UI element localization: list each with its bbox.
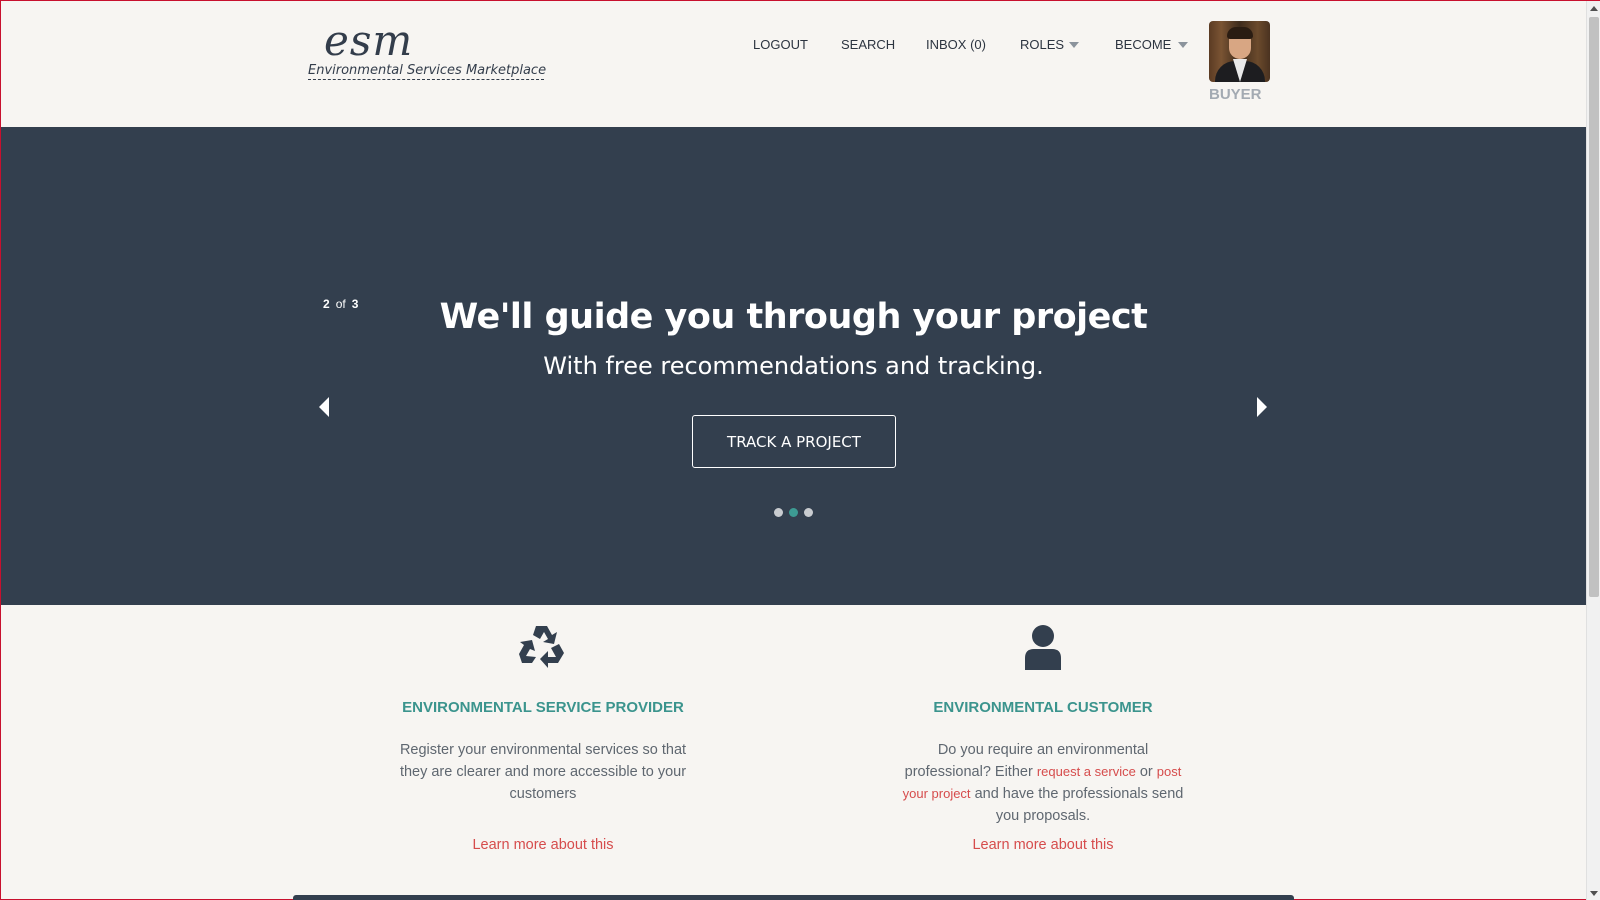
hero-carousel: 2 of 3 We'll guide you through your projec… <box>1 127 1586 605</box>
carousel-dot[interactable] <box>804 508 813 517</box>
feature-title: ENVIRONMENTAL CUSTOMER <box>933 699 1153 716</box>
description-text: and have the professionals send you prop… <box>970 786 1184 824</box>
scroll-down-icon[interactable] <box>1590 891 1598 896</box>
next-section-edge <box>293 895 1294 900</box>
carousel-dot-active[interactable] <box>789 508 798 517</box>
learn-more-link[interactable]: Learn more about this <box>378 837 708 853</box>
feature-title: ENVIRONMENTAL SERVICE PROVIDER <box>402 699 684 716</box>
feature-description: Do you require an environmental professi… <box>893 739 1193 827</box>
carousel-next-icon[interactable] <box>1257 397 1267 417</box>
recycle-icon <box>519 626 564 668</box>
logo-mark: esm <box>324 16 414 65</box>
carousel-dots <box>774 508 813 517</box>
carousel-dot[interactable] <box>774 508 783 517</box>
nav-search[interactable]: SEARCH <box>841 37 895 52</box>
scroll-up-icon[interactable] <box>1590 6 1598 11</box>
track-project-button[interactable]: TRACK A PROJECT <box>692 415 896 468</box>
scroll-thumb[interactable] <box>1589 17 1599 597</box>
hero-title: We'll guide you through your project <box>439 297 1148 337</box>
user-role-label: BUYER <box>1209 86 1262 103</box>
hero-subtitle: With free recommendations and tracking. <box>543 352 1044 380</box>
site-header: esm Environmental Services Marketplace L… <box>1 1 1586 127</box>
logo-subtitle: Environmental Services Marketplace <box>308 63 547 80</box>
nav-logout[interactable]: LOGOUT <box>753 37 808 52</box>
become-caret-icon[interactable] <box>1178 42 1188 48</box>
site-logo[interactable]: esm Environmental Services Marketplace <box>308 15 547 83</box>
carousel-prev-icon[interactable] <box>319 397 329 417</box>
request-service-link[interactable]: request a service <box>1037 764 1136 779</box>
page-scrollbar[interactable] <box>1586 1 1600 900</box>
description-text: or <box>1135 764 1157 780</box>
nav-roles[interactable]: ROLES <box>1020 37 1064 52</box>
nav-become[interactable]: BECOME <box>1115 37 1171 52</box>
learn-more-link[interactable]: Learn more about this <box>878 837 1208 853</box>
nav-inbox[interactable]: INBOX (0) <box>926 37 986 52</box>
roles-caret-icon[interactable] <box>1069 42 1079 48</box>
user-icon <box>1025 625 1061 670</box>
feature-description: Register your environmental services so … <box>399 742 687 802</box>
user-avatar[interactable] <box>1209 21 1270 82</box>
